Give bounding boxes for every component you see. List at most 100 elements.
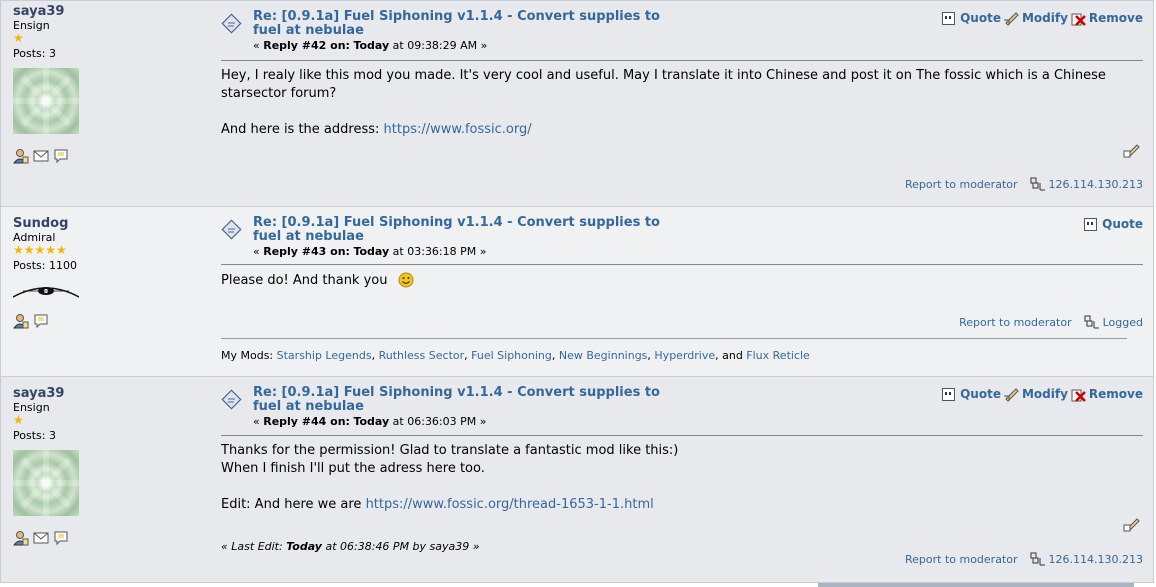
- remove-button[interactable]: Remove: [1070, 10, 1143, 26]
- body-line: When I finish I'll put the adress here t…: [221, 461, 485, 476]
- personal-message-icon[interactable]: [53, 148, 69, 164]
- sig-mod-link[interactable]: Starship Legends: [277, 349, 372, 362]
- report-link[interactable]: Report to moderator: [905, 553, 1018, 566]
- post-body: Hey, I realy like this mod you made. It'…: [221, 67, 1143, 139]
- quote-button[interactable]: Quote: [1083, 216, 1143, 232]
- post-content: Re: [0.9.1a] Fuel Siphoning v1.1.4 - Con…: [221, 207, 1143, 377]
- personal-message-icon[interactable]: [53, 530, 69, 546]
- post-42: saya39 Ensign ★ Posts: 3 Re: [0.9.1a] Fu…: [0, 0, 1154, 207]
- signature-separator: [221, 338, 1127, 339]
- avatar: [13, 450, 79, 516]
- remove-icon: [1071, 13, 1086, 26]
- modify-icon: [1003, 388, 1019, 402]
- sig-mod-link[interactable]: Fuel Siphoning: [471, 349, 552, 362]
- email-icon[interactable]: [33, 148, 49, 164]
- profile-icon[interactable]: [13, 313, 29, 329]
- post-count: Posts: 1100: [13, 259, 77, 272]
- email-icon[interactable]: [33, 530, 49, 546]
- post-actions: Quote Modify Remove: [939, 10, 1143, 26]
- avatar: [13, 68, 79, 134]
- smiley-icon: [398, 272, 414, 288]
- post-count: Posts: 3: [13, 429, 56, 442]
- post-subject-link[interactable]: Re: [0.9.1a] Fuel Siphoning v1.1.4 - Con…: [253, 10, 693, 38]
- post-footer: Report to moderator 126.114.130.213: [905, 177, 1143, 191]
- author-name[interactable]: saya39: [13, 387, 203, 401]
- logged-label: Logged: [1102, 315, 1143, 329]
- post-footer: Report to moderator Logged: [959, 315, 1143, 329]
- sig-mod-link[interactable]: New Beginnings: [559, 349, 648, 362]
- post-content: Re: [0.9.1a] Fuel Siphoning v1.1.4 - Con…: [221, 1, 1143, 208]
- quick-quote-icon[interactable]: [1123, 142, 1143, 158]
- avatar: [12, 287, 80, 298]
- author-name[interactable]: saya39: [13, 5, 203, 19]
- modify-button[interactable]: Modify: [1003, 386, 1068, 402]
- body-line: Edit: And here we are https://www.fossic…: [221, 497, 654, 512]
- body-line: Please do! And thank you: [221, 272, 1143, 290]
- body-link[interactable]: https://www.fossic.org/: [384, 122, 532, 137]
- profile-icons: [13, 313, 203, 329]
- quick-quote-icon[interactable]: [1123, 516, 1143, 532]
- report-link[interactable]: Report to moderator: [959, 316, 1072, 329]
- quote-icon: [1084, 218, 1098, 231]
- poster-info: saya39 Ensign ★ Posts: 3: [13, 387, 203, 546]
- post-count: Posts: 3: [13, 47, 56, 60]
- profile-icon[interactable]: [13, 148, 29, 164]
- remove-icon: [1071, 389, 1086, 402]
- separator: [221, 264, 1143, 265]
- profile-icons: [13, 530, 203, 546]
- member-rank: Ensign: [13, 19, 50, 32]
- rank-stars: ★★★★★: [13, 243, 67, 257]
- post-meta: « Reply #44 on: Today at 06:36:03 PM »: [253, 415, 487, 428]
- signature: My Mods: Starship Legends, Ruthless Sect…: [221, 349, 810, 362]
- body-line: Thanks for the permission! Glad to trans…: [221, 443, 679, 458]
- post-subject-icon: [221, 13, 242, 34]
- ip-icon: [1084, 315, 1099, 329]
- quote-icon: [942, 388, 956, 401]
- post-subject-link[interactable]: Re: [0.9.1a] Fuel Siphoning v1.1.4 - Con…: [253, 216, 693, 244]
- sig-mod-link[interactable]: Flux Reticle: [746, 349, 810, 362]
- rank-stars: ★: [13, 413, 24, 427]
- post-subject-icon: [221, 389, 242, 410]
- post-subject-icon: [221, 219, 242, 240]
- body-link[interactable]: https://www.fossic.org/thread-1653-1-1.h…: [366, 497, 654, 512]
- poster-info: Sundog Admiral ★★★★★ Posts: 1100: [12, 217, 203, 329]
- post-actions: Quote: [1081, 216, 1143, 232]
- sig-mod-link[interactable]: Ruthless Sector: [379, 349, 465, 362]
- poster-info: saya39 Ensign ★ Posts: 3: [13, 5, 203, 164]
- quote-icon: [942, 12, 956, 25]
- profile-icon[interactable]: [13, 530, 29, 546]
- body-line: starsector forum?: [221, 86, 337, 101]
- sig-mod-link[interactable]: Hyperdrive: [654, 349, 715, 362]
- post-body: Thanks for the permission! Glad to trans…: [221, 442, 1143, 514]
- modify-icon: [1003, 12, 1019, 26]
- author-name[interactable]: Sundog: [13, 217, 203, 231]
- separator: [221, 435, 1143, 436]
- post-meta: « Reply #43 on: Today at 03:36:18 PM »: [253, 245, 487, 258]
- remove-button[interactable]: Remove: [1070, 386, 1143, 402]
- post-actions: Quote Modify Remove: [939, 386, 1143, 402]
- rank-stars: ★: [13, 31, 24, 45]
- horizontal-scrollbar[interactable]: [818, 583, 1134, 587]
- post-meta: « Reply #42 on: Today at 09:38:29 AM »: [253, 39, 488, 52]
- profile-icons: [13, 148, 203, 164]
- personal-message-icon[interactable]: [33, 313, 49, 329]
- post-44: saya39 Ensign ★ Posts: 3 Re: [0.9.1a] Fu…: [0, 377, 1154, 583]
- body-line: Hey, I realy like this mod you made. It'…: [221, 68, 1106, 83]
- modify-button[interactable]: Modify: [1003, 10, 1068, 26]
- post-content: Re: [0.9.1a] Fuel Siphoning v1.1.4 - Con…: [221, 377, 1143, 583]
- ip-address: 126.114.130.213: [1048, 177, 1143, 191]
- ip-icon: [1030, 552, 1045, 566]
- post-43: Sundog Admiral ★★★★★ Posts: 1100 Re: [0.…: [0, 207, 1154, 377]
- separator: [221, 60, 1143, 61]
- last-edit-note: « Last Edit: Today at 06:38:46 PM by say…: [221, 540, 480, 553]
- post-body: Please do! And thank you: [221, 272, 1143, 290]
- quote-button[interactable]: Quote: [941, 386, 1001, 402]
- post-subject-link[interactable]: Re: [0.9.1a] Fuel Siphoning v1.1.4 - Con…: [253, 386, 693, 414]
- ip-address: 126.114.130.213: [1048, 552, 1143, 566]
- quote-button[interactable]: Quote: [941, 10, 1001, 26]
- ip-icon: [1030, 177, 1045, 191]
- post-footer: Report to moderator 126.114.130.213: [905, 552, 1143, 566]
- report-link[interactable]: Report to moderator: [905, 178, 1018, 191]
- member-rank: Ensign: [13, 401, 50, 414]
- body-line: And here is the address: https://www.fos…: [221, 122, 532, 137]
